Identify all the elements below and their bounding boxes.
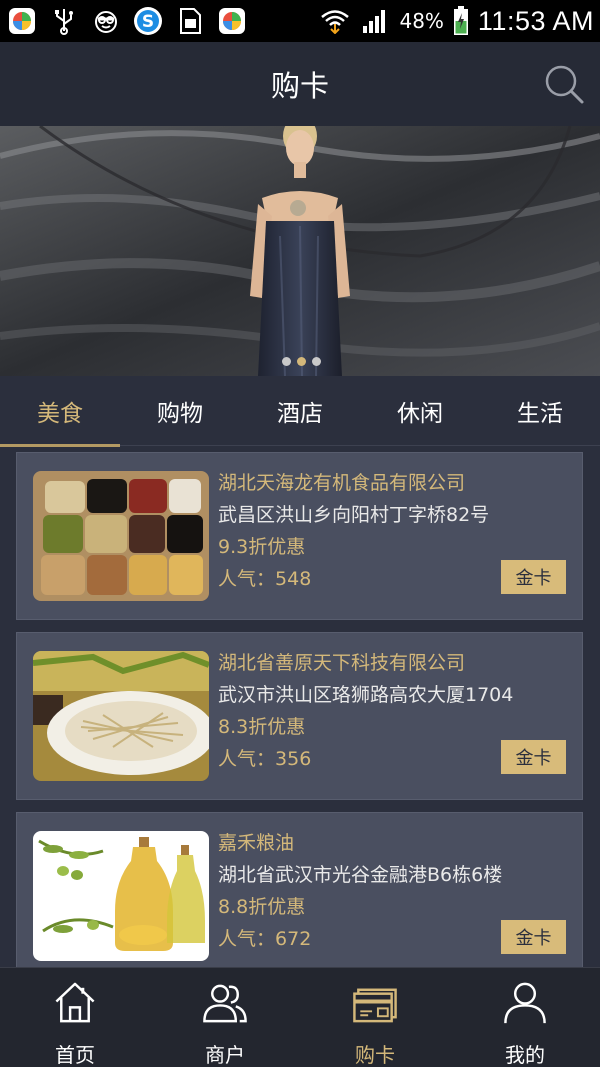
- nav-label: 商户: [205, 1043, 245, 1067]
- signal-icon: [359, 5, 391, 37]
- popularity-value: 672: [275, 928, 312, 950]
- app-colorful-icon: [216, 5, 248, 37]
- face-icon: [90, 5, 122, 37]
- merchant-thumbnail-oil: [33, 831, 209, 961]
- app-colorful-icon: [6, 5, 38, 37]
- merchant-popularity: 人气：672: [218, 923, 502, 955]
- popularity-label: 人气：: [218, 748, 276, 770]
- carousel-indicator: [282, 357, 321, 366]
- status-bar: S 48% 11:53 AM: [0, 0, 600, 42]
- tab-hotel[interactable]: 酒店: [240, 376, 360, 446]
- nav-buy-card[interactable]: 购卡: [300, 968, 450, 1067]
- merchant-address: 武汉市洪山区珞狮路高农大厦1704: [218, 684, 514, 706]
- merchant-thumbnail-grains: [33, 471, 209, 601]
- nav-merchants[interactable]: 商户: [150, 968, 300, 1067]
- gold-card-button[interactable]: 金卡: [501, 740, 566, 774]
- search-button[interactable]: [542, 62, 586, 106]
- svg-text:S: S: [142, 12, 154, 32]
- tab-shopping[interactable]: 购物: [120, 376, 240, 446]
- carousel-dot-active[interactable]: [297, 357, 306, 366]
- carousel-dot[interactable]: [282, 357, 291, 366]
- banner-fashion-model-image: [0, 126, 600, 376]
- battery-percent: 48%: [399, 9, 444, 33]
- popularity-value: 356: [275, 748, 312, 770]
- merchant-popularity: 人气：548: [218, 563, 489, 595]
- merchant-address: 湖北省武汉市光谷金融港B6栋6楼: [218, 864, 503, 886]
- clock: 11:53 AM: [477, 5, 594, 36]
- sim-card-icon: [174, 5, 206, 37]
- list-item[interactable]: 湖北省善原天下科技有限公司 武汉市洪山区珞狮路高农大厦1704 8.3折优惠 人…: [16, 632, 583, 800]
- tab-food[interactable]: 美食: [0, 376, 120, 447]
- merchant-name: 嘉禾粮油: [218, 832, 295, 854]
- home-icon: [55, 982, 95, 1023]
- merchant-thumbnail-tea: [33, 651, 209, 781]
- merchant-address: 武昌区洪山乡向阳村丁字桥82号: [218, 504, 490, 526]
- merchant-name: 湖北省善原天下科技有限公司: [218, 652, 466, 674]
- popularity-value: 548: [275, 568, 312, 590]
- merchant-discount: 8.8折优惠: [218, 896, 306, 918]
- page-title: 购卡: [270, 69, 329, 103]
- card-icon: [353, 988, 397, 1023]
- popularity-label: 人气：: [218, 928, 276, 950]
- merchants-icon: [203, 984, 247, 1023]
- usb-icon: [48, 5, 80, 37]
- merchant-name: 湖北天海龙有机食品有限公司: [218, 472, 466, 494]
- nav-profile[interactable]: 我的: [450, 968, 600, 1067]
- nav-label: 首页: [55, 1043, 95, 1067]
- category-tabs: 美食 购物 酒店 休闲 生活: [0, 376, 600, 447]
- gold-card-button[interactable]: 金卡: [501, 920, 566, 954]
- tab-leisure[interactable]: 休闲: [360, 376, 480, 446]
- gold-card-button[interactable]: 金卡: [501, 560, 566, 594]
- nav-label: 我的: [505, 1043, 545, 1067]
- merchant-discount: 9.3折优惠: [218, 536, 306, 558]
- app-s-icon: S: [132, 5, 164, 37]
- banner-carousel[interactable]: [0, 126, 600, 376]
- nav-label: 购卡: [355, 1043, 395, 1067]
- profile-icon: [504, 982, 546, 1024]
- wifi-icon: [319, 5, 351, 37]
- popularity-label: 人气：: [218, 568, 276, 590]
- nav-home[interactable]: 首页: [0, 968, 150, 1067]
- list-item[interactable]: 嘉禾粮油 湖北省武汉市光谷金融港B6栋6楼 8.8折优惠 人气：672 金卡: [16, 812, 583, 967]
- search-icon: [545, 65, 584, 104]
- merchant-popularity: 人气：356: [218, 743, 513, 775]
- battery-charging-icon: [452, 5, 470, 37]
- tab-life[interactable]: 生活: [480, 376, 600, 446]
- list-item[interactable]: 湖北天海龙有机食品有限公司 武昌区洪山乡向阳村丁字桥82号 9.3折优惠 人气：…: [16, 452, 583, 620]
- carousel-dot[interactable]: [312, 357, 321, 366]
- top-app-bar: 购卡: [0, 42, 600, 126]
- merchant-list[interactable]: 湖北天海龙有机食品有限公司 武昌区洪山乡向阳村丁字桥82号 9.3折优惠 人气：…: [0, 447, 600, 967]
- bottom-navigation: 首页 商户 购卡 我的: [0, 967, 600, 1067]
- merchant-discount: 8.3折优惠: [218, 716, 306, 738]
